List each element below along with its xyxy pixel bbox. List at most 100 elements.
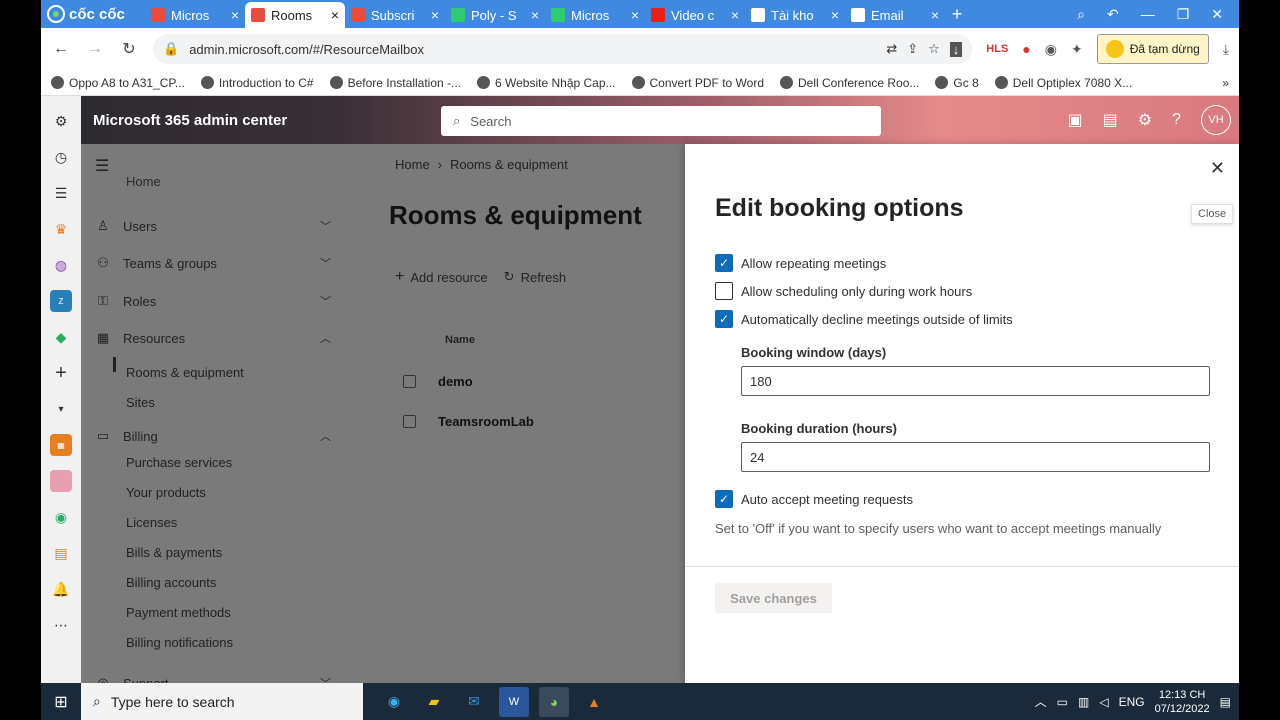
- minimize-button[interactable]: —: [1141, 6, 1155, 22]
- sidebar-more-icon[interactable]: ⋯: [50, 614, 72, 636]
- tab-search-icon[interactable]: ⌕: [1077, 6, 1085, 23]
- coccoc-taskbar-icon[interactable]: ◕: [539, 686, 569, 717]
- bookmark-item[interactable]: Introduction to C#: [200, 76, 314, 90]
- profile-paused-button[interactable]: Đã tạm dừng: [1096, 34, 1209, 64]
- nav-sub-item[interactable]: Licenses: [126, 515, 177, 530]
- bookmark-item[interactable]: Dell Optiplex 7080 X...: [994, 76, 1132, 90]
- sidebar-settings-icon[interactable]: ⚙: [50, 110, 72, 132]
- nav-item-support[interactable]: ◎ Support ﹀: [95, 675, 331, 683]
- language-indicator[interactable]: ENG: [1119, 695, 1145, 709]
- tab-close-icon[interactable]: ×: [831, 7, 839, 23]
- search-box[interactable]: ⌕ Search: [441, 106, 881, 136]
- tab-close-icon[interactable]: ×: [631, 7, 639, 23]
- sidebar-add-icon[interactable]: +: [50, 362, 72, 384]
- browser-tab[interactable]: Tài kho ×: [745, 2, 845, 28]
- table-row[interactable]: demo: [403, 374, 473, 389]
- tab-close-icon[interactable]: ×: [231, 7, 239, 23]
- tab-close-icon[interactable]: ×: [531, 7, 539, 23]
- back-history-icon[interactable]: ↶: [1107, 6, 1119, 23]
- file-explorer-icon[interactable]: ▰: [419, 687, 449, 717]
- bookmark-item[interactable]: Before Installation -...: [329, 76, 461, 90]
- notification-icon[interactable]: ▤: [1220, 695, 1231, 709]
- sidebar-bell-icon[interactable]: 🔔: [50, 578, 72, 600]
- taskbar-search-box[interactable]: ⌕ Type here to search: [81, 683, 363, 720]
- tray-chevron-icon[interactable]: ︿: [1035, 693, 1047, 710]
- audio-extension-icon[interactable]: ◉: [1045, 41, 1057, 58]
- browser-tab[interactable]: Video c ×: [645, 2, 745, 28]
- record-extension-icon[interactable]: ●: [1022, 41, 1030, 57]
- collapse-nav-icon[interactable]: ☰: [95, 156, 109, 176]
- nav-item-teams-groups[interactable]: ⚇ Teams & groups ﹀: [95, 255, 331, 271]
- nav-sub-item[interactable]: Payment methods: [126, 605, 231, 620]
- nav-item-resources[interactable]: ▦ Resources ︿: [95, 330, 331, 346]
- browser-brand[interactable]: cốc cốc: [41, 0, 145, 28]
- sidebar-crown-icon[interactable]: ♛: [50, 218, 72, 240]
- vlc-icon[interactable]: ▲: [579, 687, 609, 717]
- bookmark-item[interactable]: Oppo A8 to A31_CP...: [51, 76, 185, 90]
- sidebar-history-icon[interactable]: ◷: [50, 146, 72, 168]
- close-window-button[interactable]: ✕: [1211, 6, 1223, 23]
- row-checkbox[interactable]: [403, 415, 416, 428]
- browser-tab[interactable]: Poly - S ×: [445, 2, 545, 28]
- close-panel-button[interactable]: ✕: [1210, 158, 1225, 179]
- nav-item-users[interactable]: ♙ Users ﹀: [95, 218, 331, 234]
- mail-icon[interactable]: ✉: [459, 687, 489, 717]
- windows-start-icon[interactable]: ⊞: [41, 683, 81, 720]
- nav-sub-item[interactable]: Billing accounts: [126, 575, 216, 590]
- nav-sub-item[interactable]: Your products: [126, 485, 206, 500]
- breadcrumb-home[interactable]: Home: [395, 157, 430, 172]
- volume-icon[interactable]: ◁: [1099, 695, 1108, 709]
- browser-tab[interactable]: Micros ×: [145, 2, 245, 28]
- nav-partial-home[interactable]: Home: [126, 174, 161, 189]
- booking-window-input[interactable]: [741, 366, 1210, 396]
- nav-sub-item[interactable]: Bills & payments: [126, 545, 222, 560]
- bookmarks-overflow-icon[interactable]: »: [1222, 76, 1229, 90]
- download-arrow-icon[interactable]: ↓: [949, 41, 963, 57]
- nav-sub-item[interactable]: Billing notifications: [126, 635, 233, 650]
- extensions-icon[interactable]: ✦: [1071, 41, 1083, 58]
- sidebar-photo-icon[interactable]: [50, 470, 72, 492]
- nav-item-billing[interactable]: ▭ Billing ︿: [95, 428, 331, 444]
- address-bar[interactable]: 🔒 admin.microsoft.com/#/ResourceMailbox …: [153, 34, 973, 64]
- row-checkbox[interactable]: [403, 375, 416, 388]
- sidebar-notes-icon[interactable]: ☰: [50, 182, 72, 204]
- app-title[interactable]: Microsoft 365 admin center: [93, 112, 287, 129]
- column-header-name[interactable]: Name: [445, 334, 475, 346]
- share-icon[interactable]: ⇪: [907, 41, 918, 57]
- booking-duration-input[interactable]: [741, 442, 1210, 472]
- bookmark-item[interactable]: Gc 8: [935, 76, 979, 90]
- bookmark-item[interactable]: 6 Website Nhập Cap...: [477, 76, 616, 90]
- settings-gear-icon[interactable]: ⚙: [1138, 110, 1152, 130]
- browser-tab[interactable]: Email ×: [845, 2, 945, 28]
- booking-option-checkbox[interactable]: ✓ Allow repeating meetings: [715, 254, 886, 272]
- downloads-icon[interactable]: ⤓: [1223, 41, 1229, 58]
- translate-icon[interactable]: ⇄: [886, 41, 897, 57]
- bookmark-item[interactable]: Dell Conference Roo...: [780, 76, 919, 90]
- auto-accept-checkbox[interactable]: ✓ Auto accept meeting requests: [715, 490, 913, 508]
- refresh-button[interactable]: ↻ Refresh: [504, 268, 566, 286]
- new-tab-button[interactable]: +: [945, 4, 969, 25]
- row-name[interactable]: TeamsroomLab: [438, 414, 534, 429]
- bookmark-item[interactable]: Convert PDF to Word: [631, 76, 764, 90]
- nav-sub-item[interactable]: Sites: [126, 395, 155, 410]
- sidebar-zalo-icon[interactable]: Z: [50, 290, 72, 312]
- forward-button[interactable]: →: [85, 40, 105, 58]
- sidebar-more-down-icon[interactable]: ▾: [50, 398, 72, 420]
- sidebar-messenger-icon[interactable]: ◍: [50, 254, 72, 276]
- sidebar-shop-icon[interactable]: ▦: [50, 434, 72, 456]
- booking-option-checkbox[interactable]: ✓ Automatically decline meetings outside …: [715, 310, 1013, 328]
- back-button[interactable]: ←: [51, 40, 71, 58]
- word-icon[interactable]: W: [499, 686, 529, 717]
- help-icon[interactable]: ?: [1172, 111, 1181, 129]
- tab-close-icon[interactable]: ×: [331, 7, 339, 23]
- save-changes-button[interactable]: Save changes: [715, 583, 832, 613]
- browser-tab[interactable]: Subscri ×: [345, 2, 445, 28]
- nav-sub-item[interactable]: Purchase services: [126, 455, 232, 470]
- document-icon[interactable]: ▤: [1103, 110, 1118, 130]
- edge-icon[interactable]: ◉: [379, 687, 409, 717]
- sidebar-cart-icon[interactable]: ▤: [50, 542, 72, 564]
- tab-close-icon[interactable]: ×: [431, 7, 439, 23]
- tab-close-icon[interactable]: ×: [731, 7, 739, 23]
- terminal-icon[interactable]: ▣: [1068, 110, 1083, 130]
- browser-tab[interactable]: Rooms ×: [245, 2, 345, 28]
